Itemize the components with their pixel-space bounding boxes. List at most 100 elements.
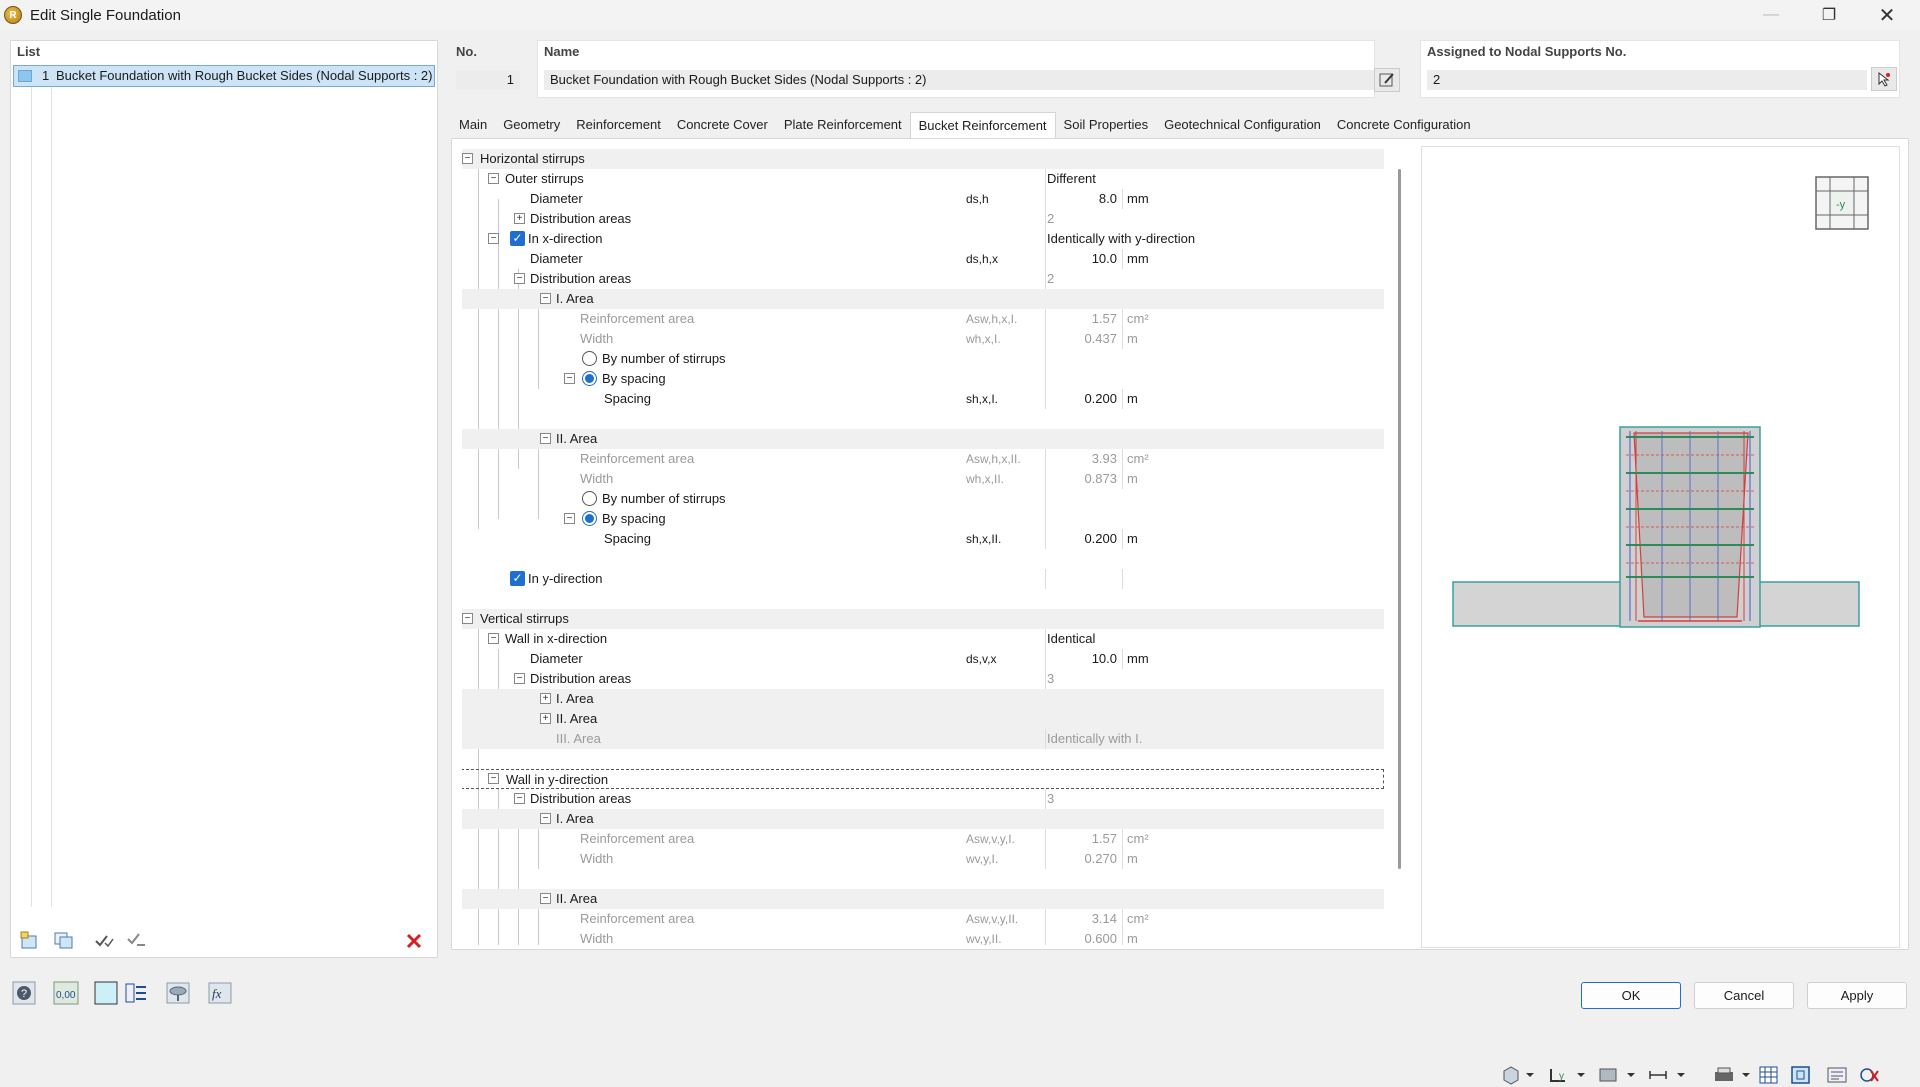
tab-bucket-reinforcement[interactable]: Bucket Reinforcement [909, 112, 1056, 138]
window-title: Edit Single Foundation [30, 6, 181, 24]
copy-item-icon[interactable] [51, 929, 77, 953]
row-wall-x[interactable]: − Wall in x-direction Identical [462, 629, 1384, 649]
help-icon[interactable]: ? [10, 979, 38, 1007]
row-vertical-stirrups[interactable]: − Vertical stirrups [462, 609, 1384, 629]
row-x-a2-spacing[interactable]: Spacing sh,x,II. 0.200 m [462, 529, 1384, 549]
row-wall-x-area-2[interactable]: + II. Area [462, 709, 1384, 729]
row-x-area-1[interactable]: − I. Area [462, 289, 1384, 309]
grid-icon[interactable] [1758, 1063, 1780, 1087]
row-wall-y-a1-width: Width wv,y,I. 0.270 m [462, 849, 1384, 869]
edit-name-icon[interactable] [1374, 68, 1400, 92]
delete-item-icon[interactable] [401, 929, 427, 953]
restore-button[interactable]: ❐ [1806, 0, 1852, 30]
list-item-no: 1 [42, 68, 50, 83]
row-x-a1-reinforcement-area: Reinforcement area Asw,h,x,I. 1.57 cm² [462, 309, 1384, 329]
row-in-x-direction[interactable]: − ✓ In x-direction Identically with y-di… [462, 229, 1384, 249]
row-wall-y[interactable]: − Wall in y-direction [462, 769, 1384, 789]
tab-reinforcement[interactable]: Reinforcement [568, 112, 669, 138]
settings-list-icon[interactable] [1826, 1063, 1850, 1087]
units-icon[interactable]: 0,00 [52, 979, 80, 1007]
tab-concrete-configuration[interactable]: Concrete Configuration [1329, 112, 1479, 138]
select-nodal-supports-icon[interactable] [1871, 67, 1897, 91]
row-x-a1-spacing[interactable]: Spacing sh,x,I. 0.200 m [462, 389, 1384, 409]
minimize-button[interactable]: — [1748, 0, 1794, 30]
reset-view-icon[interactable] [1858, 1063, 1882, 1087]
name-field[interactable]: Bucket Foundation with Rough Bucket Side… [544, 70, 1374, 90]
row-outer-diameter[interactable]: Diameter ds,h 8.0 mm [462, 189, 1384, 209]
list-item-label: Bucket Foundation with Rough Bucket Side… [56, 68, 433, 83]
row-wall-y-a2-reinforcement-area: Reinforcement area Asw,v,y,II. 3.14 cm² [462, 909, 1384, 929]
row-wall-y-area-1[interactable]: − I. Area [462, 809, 1384, 829]
name-header: Name [544, 44, 580, 59]
apply-button[interactable]: Apply [1807, 982, 1907, 1009]
view-cube-icon[interactable]: -y [1814, 175, 1870, 231]
view-iso-icon[interactable] [1500, 1063, 1536, 1087]
tab-geometry[interactable]: Geometry [495, 112, 568, 138]
list-panel: List 1 Bucket Foundation with Rough Buck… [10, 40, 438, 958]
tree-scrollbar[interactable] [1398, 169, 1401, 869]
property-tree: − Horizontal stirrups − Outer stirrups D… [462, 149, 1394, 945]
by-spacing-radio[interactable] [582, 371, 597, 386]
list-item[interactable]: 1 Bucket Foundation with Rough Bucket Si… [13, 65, 435, 87]
view-direction-icon[interactable]: y [1547, 1063, 1587, 1087]
display-settings-icon[interactable] [164, 979, 192, 1007]
new-item-icon[interactable] [17, 929, 43, 953]
display-mode-icon[interactable] [1597, 1063, 1637, 1087]
assigned-field[interactable]: 2 [1427, 70, 1867, 90]
foundation-drawing [1452, 417, 1862, 637]
tab-geotechnical-configuration[interactable]: Geotechnical Configuration [1156, 112, 1329, 138]
row-wall-y-distribution-areas[interactable]: − Distribution areas 3 [462, 789, 1384, 809]
uncheck-all-icon[interactable] [123, 929, 149, 953]
no-field[interactable]: 1 [456, 70, 520, 90]
row-wall-y-area-2[interactable]: − II. Area [462, 889, 1384, 909]
in-x-checkbox[interactable]: ✓ [510, 231, 525, 246]
app-icon: R [4, 6, 22, 24]
row-x-a2-by-spacing[interactable]: − By spacing [462, 509, 1384, 529]
formula-icon[interactable]: fx [206, 979, 234, 1007]
row-wall-x-area-1[interactable]: + I. Area [462, 689, 1384, 709]
row-x-a1-by-spacing[interactable]: − By spacing [462, 369, 1384, 389]
row-x-a1-by-number[interactable]: By number of stirrups [462, 349, 1384, 369]
assigned-panel: Assigned to Nodal Supports No. 2 [1420, 40, 1900, 98]
close-button[interactable]: ✕ [1864, 0, 1910, 30]
row-wall-y-a2-width: Width wv,y,II. 0.600 m [462, 929, 1384, 945]
row-horizontal-stirrups[interactable]: − Horizontal stirrups [462, 149, 1384, 169]
frame-icon[interactable] [1790, 1063, 1812, 1087]
svg-text:y: y [1559, 1071, 1564, 1082]
dimension-icon[interactable] [1647, 1063, 1687, 1087]
svg-text:0,00: 0,00 [56, 990, 76, 1001]
no-header: No. [456, 44, 477, 59]
row-x-area-2[interactable]: − II. Area [462, 429, 1384, 449]
row-wall-y-a1-reinforcement-area: Reinforcement area Asw,v,y,I. 1.57 cm² [462, 829, 1384, 849]
check-all-icon[interactable] [91, 929, 117, 953]
title-bar: R Edit Single Foundation — ❐ ✕ [0, 0, 1920, 30]
tab-main[interactable]: Main [451, 112, 495, 138]
row-wall-x-distribution-areas[interactable]: − Distribution areas 3 [462, 669, 1384, 689]
row-x-a2-reinforcement-area: Reinforcement area Asw,h,x,II. 3.93 cm² [462, 449, 1384, 469]
table-view-icon[interactable] [122, 979, 150, 1007]
tab-plate-reinforcement[interactable]: Plate Reinforcement [776, 112, 910, 138]
tab-soil-properties[interactable]: Soil Properties [1056, 112, 1157, 138]
name-panel: Name Bucket Foundation with Rough Bucket… [537, 40, 1375, 98]
row-wall-x-diameter[interactable]: Diameter ds,v,x 10.0 mm [462, 649, 1384, 669]
list-header: List [17, 44, 41, 59]
row-x-diameter[interactable]: Diameter ds,h,x 10.0 mm [462, 249, 1384, 269]
row-x-a2-by-number[interactable]: By number of stirrups [462, 489, 1384, 509]
in-y-checkbox[interactable]: ✓ [510, 571, 525, 586]
color-swatch-icon[interactable] [92, 979, 120, 1007]
by-number-radio[interactable] [582, 351, 597, 366]
item-color-swatch [18, 70, 32, 82]
row-x-distribution-areas[interactable]: − Distribution areas 2 [462, 269, 1384, 289]
row-wall-x-area-3: III. Area Identically with I. [462, 729, 1384, 749]
row-outer-distribution-areas[interactable]: + Distribution areas 2 [462, 209, 1384, 229]
by-number-radio[interactable] [582, 491, 597, 506]
svg-text:?: ? [21, 988, 27, 1000]
svg-text:-y: -y [1836, 199, 1846, 211]
by-spacing-radio[interactable] [582, 511, 597, 526]
ok-button[interactable]: OK [1581, 982, 1681, 1009]
row-in-y-direction[interactable]: ✓ In y-direction [462, 569, 1384, 589]
print-icon[interactable] [1712, 1063, 1752, 1087]
tab-concrete-cover[interactable]: Concrete Cover [669, 112, 776, 138]
row-outer-stirrups[interactable]: − Outer stirrups Different [462, 169, 1384, 189]
cancel-button[interactable]: Cancel [1694, 982, 1794, 1009]
